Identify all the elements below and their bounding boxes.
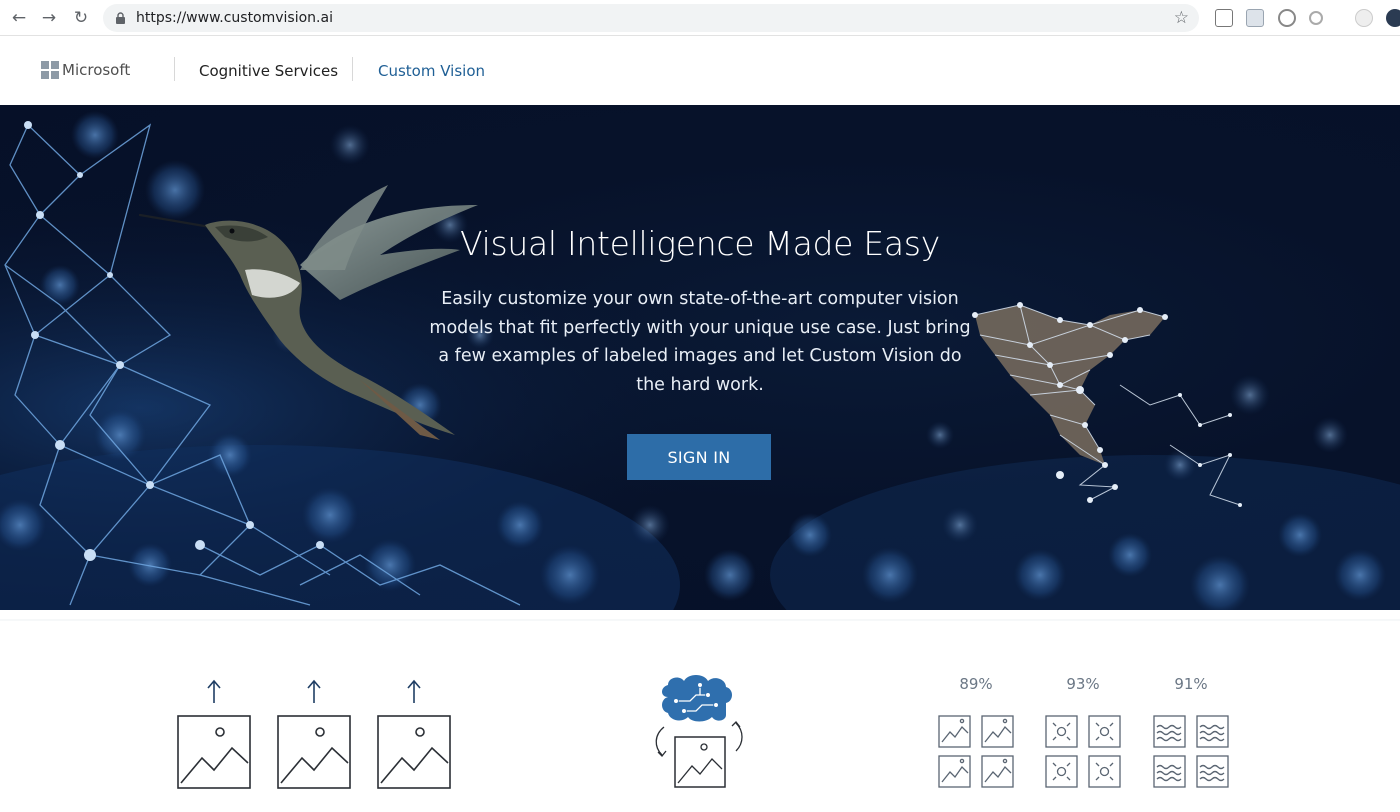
- url-text: https://www.customvision.ai: [136, 10, 333, 26]
- sign-in-button[interactable]: SIGN IN: [627, 434, 771, 480]
- browser-toolbar: ← → ↻ https://www.customvision.ai ☆: [0, 0, 1400, 36]
- lock-icon: [116, 12, 125, 24]
- star-icon[interactable]: ☆: [1174, 8, 1189, 28]
- site-header: Microsoft Cognitive Services Custom Visi…: [0, 37, 1400, 105]
- arrow-left-icon[interactable]: ←: [9, 8, 29, 28]
- reload-icon[interactable]: ↻: [71, 8, 91, 28]
- extension-icon[interactable]: [1278, 9, 1296, 27]
- brain-circuit-icon: [655, 675, 743, 788]
- image-group-icon: [1045, 715, 1121, 788]
- image-frame-icon: [377, 715, 451, 789]
- image-group-icon: [1153, 715, 1229, 788]
- avatar[interactable]: [1355, 9, 1373, 27]
- brand-name[interactable]: Microsoft: [62, 61, 130, 79]
- hero-title: Visual Intelligence Made Easy: [460, 224, 940, 263]
- extension-icon[interactable]: [1309, 11, 1323, 25]
- accuracy-label: 89%: [959, 675, 993, 693]
- divider: [352, 57, 353, 81]
- image-frame-icon: [277, 715, 351, 789]
- extension-icon[interactable]: [1246, 9, 1264, 27]
- upload-arrow-icon: [307, 679, 321, 703]
- accuracy-label: 91%: [1174, 675, 1208, 693]
- divider: [174, 57, 175, 81]
- microsoft-logo-icon: [41, 61, 59, 79]
- hero-section: Visual Intelligence Made Easy Easily cus…: [0, 105, 1400, 610]
- steps-section: 89% 93% 91%: [0, 611, 1400, 812]
- extension-icon[interactable]: [1386, 9, 1400, 27]
- accuracy-label: 93%: [1066, 675, 1100, 693]
- upload-arrow-icon: [207, 679, 221, 703]
- address-bar[interactable]: https://www.customvision.ai ☆: [103, 4, 1199, 32]
- image-group-icon: [938, 715, 1014, 788]
- nav-custom-vision[interactable]: Custom Vision: [378, 62, 485, 80]
- arrow-right-icon[interactable]: →: [39, 8, 59, 28]
- image-frame-icon: [177, 715, 251, 789]
- hero-description: Easily customize your own state-of-the-a…: [429, 289, 971, 395]
- extension-icon[interactable]: [1215, 9, 1233, 27]
- steps-illustration: [0, 619, 1400, 789]
- nav-cognitive-services[interactable]: Cognitive Services: [199, 62, 338, 80]
- upload-arrow-icon: [407, 679, 421, 703]
